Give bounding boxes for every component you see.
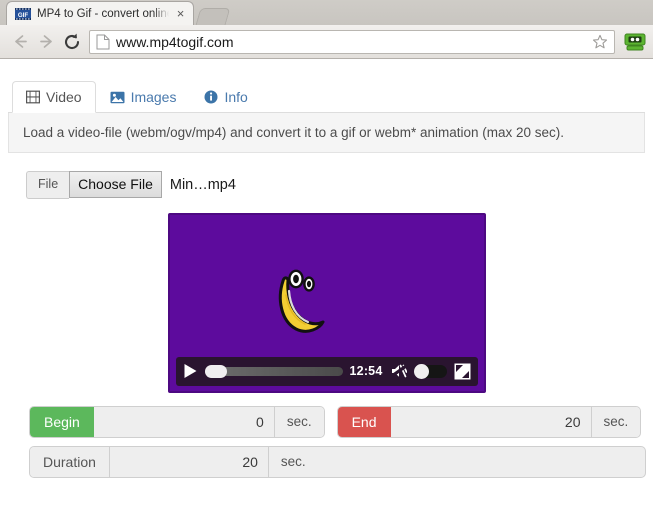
play-icon — [184, 364, 196, 379]
address-bar[interactable]: www.mp4togif.com — [89, 29, 615, 54]
browser-tab[interactable]: GIF MP4 to Gif - convert online × — [6, 1, 194, 25]
video-controls: 12:54 — [175, 356, 478, 386]
duration-unit: sec. — [267, 446, 318, 477]
forward-button[interactable] — [33, 29, 59, 55]
tab-video-label: Video — [46, 89, 82, 105]
extension-icon — [624, 33, 646, 50]
tab-info-label: Info — [224, 89, 248, 105]
begin-unit: sec. — [273, 406, 324, 437]
bookmark-button[interactable] — [591, 34, 609, 50]
duration-input[interactable]: 20 — [109, 446, 268, 477]
new-tab-button[interactable] — [195, 8, 231, 25]
fullscreen-button[interactable] — [454, 363, 471, 380]
volume-slider[interactable] — [413, 363, 447, 379]
tab-images-label: Images — [130, 89, 177, 105]
browser-window: GIF MP4 to Gif - convert online × www.mp… — [0, 0, 653, 59]
seek-handle[interactable] — [204, 364, 227, 378]
tab-info[interactable]: Info — [190, 81, 261, 113]
film-strip-icon — [26, 90, 40, 104]
choose-file-button[interactable]: Choose File — [69, 171, 162, 199]
duration-label: Duration — [30, 446, 110, 477]
browser-tab-title: MP4 to Gif - convert online — [37, 7, 169, 20]
reload-button[interactable] — [59, 29, 85, 55]
reload-icon — [65, 33, 80, 49]
info-circle-icon — [204, 90, 218, 104]
page-document-icon — [96, 34, 110, 49]
picture-icon — [110, 91, 125, 103]
tab-images[interactable]: Images — [96, 81, 191, 113]
address-bar-url: www.mp4togif.com — [116, 33, 234, 50]
play-button[interactable] — [183, 363, 198, 379]
browser-tab-strip: GIF MP4 to Gif - convert online × — [0, 0, 653, 25]
browser-toolbar: www.mp4togif.com — [0, 25, 653, 59]
volume-handle[interactable] — [413, 363, 429, 379]
seek-bar[interactable] — [204, 364, 343, 378]
file-label: File — [26, 171, 70, 199]
instruction-notice: Load a video-file (webm/ogv/mp4) and con… — [8, 113, 645, 153]
end-unit: sec. — [590, 406, 641, 437]
end-input[interactable]: 20 — [390, 406, 591, 437]
tab-video[interactable]: Video — [12, 81, 96, 113]
video-player[interactable]: 12:54 — [167, 212, 486, 393]
svg-text:GIF: GIF — [18, 12, 29, 19]
time-range-controls: Begin 0 sec. End 20 sec. Duration 20 sec… — [30, 406, 645, 477]
mute-button[interactable] — [390, 363, 407, 379]
back-button[interactable] — [7, 29, 33, 55]
banana-character — [278, 269, 324, 333]
duration-group: Duration 20 sec. — [30, 446, 645, 477]
gif-filmstrip-icon: GIF — [15, 7, 31, 20]
mute-speaker-icon — [390, 364, 407, 378]
selected-file-name: Min…mp4 — [169, 176, 236, 193]
site-tab-bar: Video Images Info — [8, 81, 645, 113]
file-picker-row: File Choose File Min…mp4 — [26, 171, 645, 199]
video-player-wrapper: 12:54 — [167, 212, 486, 393]
forward-arrow-icon — [39, 35, 52, 48]
back-arrow-icon — [14, 35, 27, 48]
end-button[interactable]: End — [337, 406, 391, 437]
begin-button[interactable]: Begin — [30, 406, 94, 437]
tab-close-icon[interactable]: × — [174, 7, 187, 20]
begin-group: Begin 0 sec. — [30, 406, 324, 437]
bookmark-star-icon — [592, 34, 608, 48]
begin-input[interactable]: 0 — [93, 406, 274, 437]
fullscreen-icon — [454, 363, 470, 380]
video-time: 12:54 — [349, 364, 383, 379]
page-content: Video Images Info Load a video-file (web… — [0, 59, 653, 481]
end-group: End 20 sec. — [337, 406, 641, 437]
extension-button[interactable] — [624, 31, 646, 53]
